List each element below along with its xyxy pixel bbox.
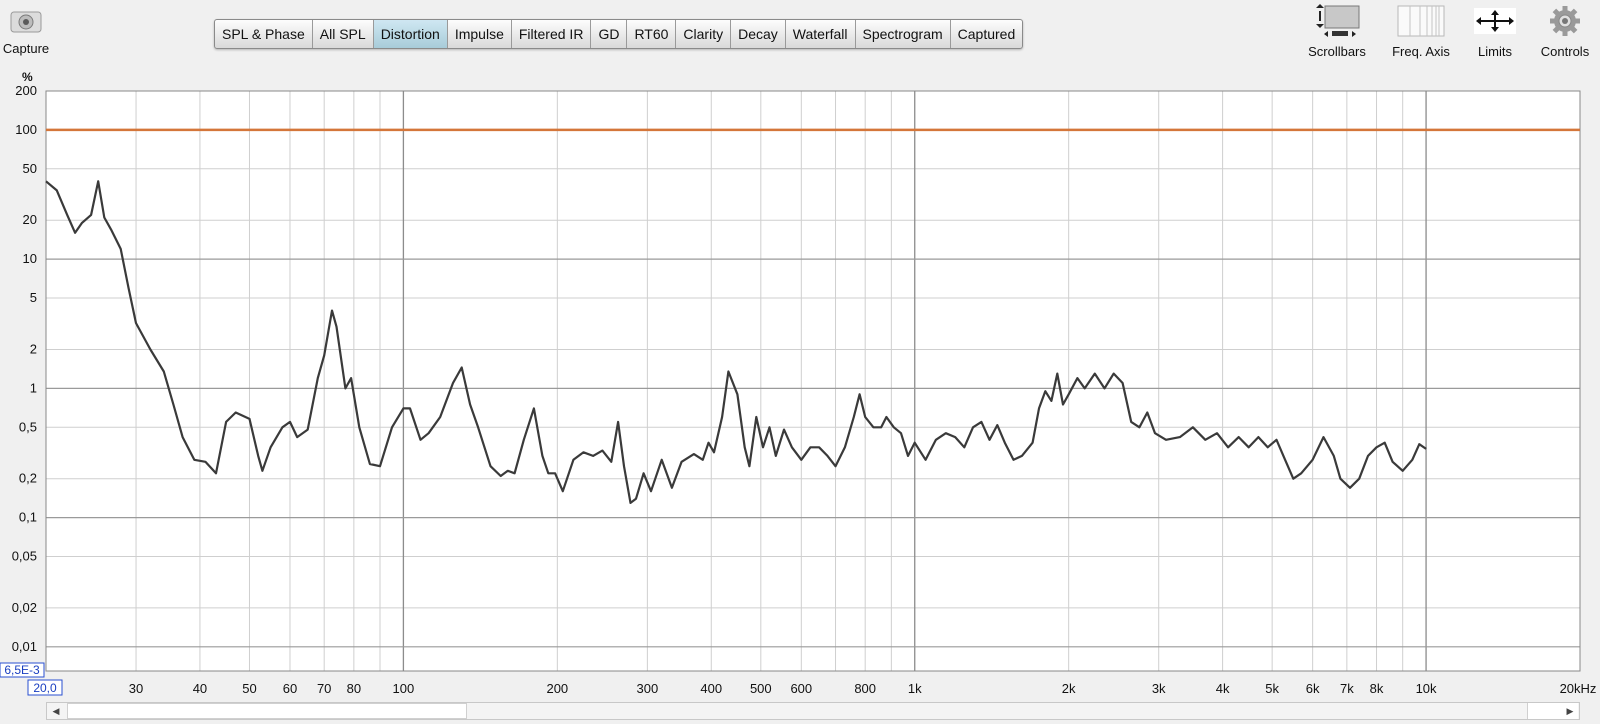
y-tick-label: 20: [23, 212, 37, 227]
y-axis-labels: 200 100 50 20 10 5 2 1 0,5 0,2 0,1 0,05 0,02 0,01: [12, 83, 37, 654]
y-tick-label: 200: [15, 83, 37, 98]
x-tick-label: 500: [750, 681, 772, 696]
x-min-box: 20,0: [27, 679, 63, 696]
x-tick-label: 7k: [1340, 681, 1354, 696]
x-max-label: 20kHz: [1560, 681, 1597, 696]
y-tick-label: 5: [30, 290, 37, 305]
x-tick-label: 100: [393, 681, 415, 696]
x-tick-label: 600: [790, 681, 812, 696]
scroll-right-icon[interactable]: ▶: [1561, 703, 1579, 719]
x-tick-label: 6k: [1306, 681, 1320, 696]
x-tick-label: 800: [854, 681, 876, 696]
x-tick-label: 2k: [1062, 681, 1076, 696]
x-tick-label: 400: [700, 681, 722, 696]
x-tick-label: 50: [242, 681, 256, 696]
x-tick-label: 1k: [908, 681, 922, 696]
y-tick-label: 0,2: [19, 471, 37, 486]
x-tick-label: 10k: [1416, 681, 1437, 696]
y-tick-label: 1: [30, 380, 37, 395]
plot-area: [46, 91, 1580, 671]
y-tick-label: 50: [23, 161, 37, 176]
x-tick-label: 40: [193, 681, 207, 696]
x-tick-label: 3k: [1152, 681, 1166, 696]
scrollbar-thumb[interactable]: [67, 703, 467, 719]
x-tick-label: 60: [283, 681, 297, 696]
x-tick-label: 30: [129, 681, 143, 696]
y-tick-label: 10: [23, 251, 37, 266]
y-min-box: 6,5E-3: [0, 662, 45, 678]
y-tick-label: 0,1: [19, 510, 37, 525]
x-tick-label: 300: [637, 681, 659, 696]
x-tick-label: 8k: [1370, 681, 1384, 696]
horizontal-scrollbar[interactable]: ◀ ▶: [46, 702, 1580, 720]
x-tick-label: 5k: [1265, 681, 1279, 696]
y-tick-label: 0,5: [19, 419, 37, 434]
distortion-chart[interactable]: 200 100 50 20 10 5 2 1 0,5 0,2 0,1 0,05 0,02 0,01 30 4…: [0, 0, 1600, 700]
y-tick-label: 100: [15, 122, 37, 137]
x-tick-label: 70: [317, 681, 331, 696]
x-tick-label: 4k: [1216, 681, 1230, 696]
scroll-left-icon[interactable]: ◀: [47, 703, 65, 719]
y-tick-label: 0,02: [12, 600, 37, 615]
y-tick-label: 2: [30, 341, 37, 356]
x-min-label: 20,0: [33, 681, 57, 695]
y-tick-label: 0,01: [12, 639, 37, 654]
y-min-label: 6,5E-3: [4, 663, 40, 677]
y-tick-label: 0,05: [12, 548, 37, 563]
x-tick-label: 200: [546, 681, 568, 696]
x-axis-labels: 30 40 50 60 70 80 100 200 300 400 500 600 800 1k 2k 3k 4…: [129, 681, 1437, 696]
x-tick-label: 80: [347, 681, 361, 696]
